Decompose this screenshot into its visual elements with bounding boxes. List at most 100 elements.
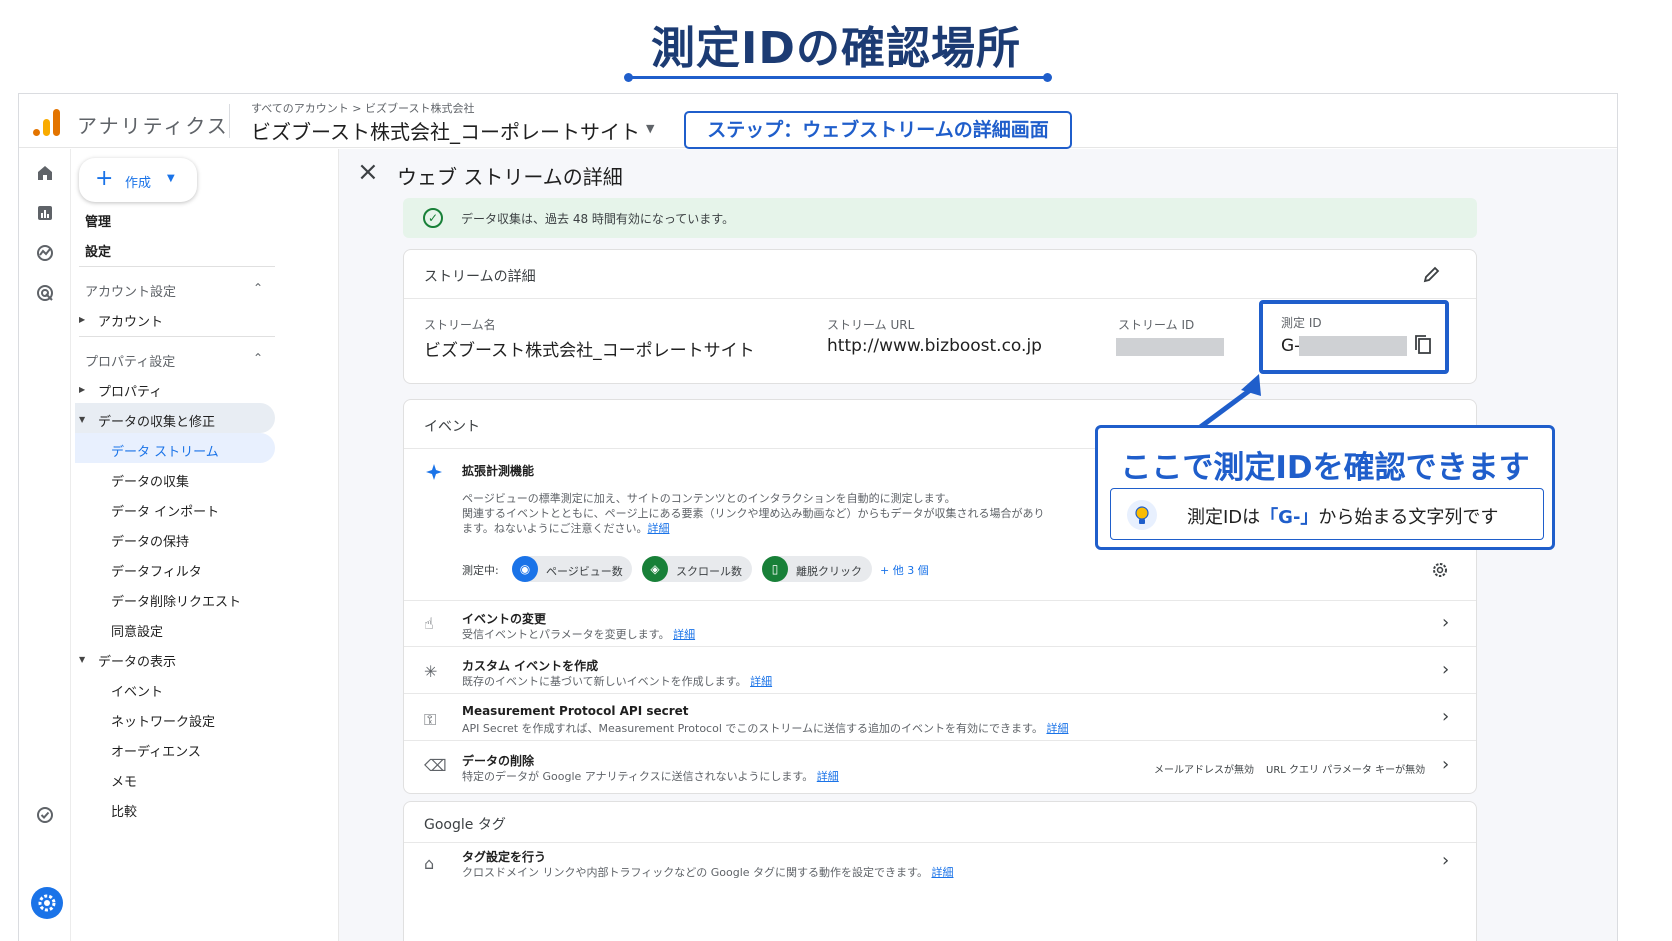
chevron-right-icon[interactable]: ›	[1442, 612, 1449, 633]
nav-data-deletion[interactable]: データ削除リクエスト	[111, 591, 241, 610]
nav-data-import[interactable]: データ インポート	[111, 501, 219, 520]
details-link[interactable]: 詳細	[673, 628, 695, 641]
analytics-logo-icon[interactable]	[33, 108, 61, 136]
section-title: ストリームの詳細	[424, 269, 536, 285]
divider	[404, 646, 1476, 647]
page-title: 測定IDの確認場所	[651, 23, 1021, 74]
divider	[79, 336, 275, 337]
collapse-arrow-icon[interactable]: ▼	[79, 655, 85, 664]
expand-arrow-icon[interactable]: ▶	[79, 315, 85, 324]
status-tag: メールアドレスが無効	[1154, 765, 1254, 776]
nav-audiences[interactable]: オーディエンス	[111, 741, 201, 760]
chevron-right-icon[interactable]: ›	[1442, 754, 1449, 775]
status-tag: URL クエリ パラメータ キーが無効	[1266, 765, 1426, 776]
chip-scrolls[interactable]: ◈ スクロール数	[642, 556, 752, 582]
create-button[interactable]: + 作成 ▼	[79, 158, 197, 202]
step-label: ステップ：ウェブストリームの詳細画面	[684, 111, 1072, 149]
stream-name-label: ストリーム名	[424, 318, 496, 332]
nav-compare[interactable]: 比較	[111, 801, 137, 820]
mouse-icon: ▯	[762, 556, 788, 582]
more-link[interactable]: + 他 3 個	[880, 562, 929, 578]
status-banner: ✓ データ収集は、過去 48 時間有効になっています。	[403, 198, 1477, 238]
nav-admin[interactable]: 管理	[85, 211, 111, 230]
divider	[229, 104, 230, 138]
caret-down-icon[interactable]: ▼	[646, 122, 654, 135]
chevron-up-icon[interactable]: ⌃	[253, 281, 263, 295]
nav-network[interactable]: ネットワーク設定	[111, 711, 215, 730]
measurement-id-highlight: 測定 ID G-	[1259, 300, 1449, 374]
top-bar: アナリティクス すべてのアカウント > ビズブースト株式会社 ビズブースト株式会…	[19, 94, 1617, 149]
stream-id-label: ストリーム ID	[1118, 318, 1195, 332]
nav-account[interactable]: アカウント	[98, 311, 163, 330]
chevron-up-icon[interactable]: ⌃	[253, 351, 263, 365]
nav-notes[interactable]: メモ	[111, 771, 137, 790]
stream-url-value: http://www.bizboost.co.jp	[827, 336, 1042, 356]
check-circle-icon: ✓	[423, 208, 443, 228]
edit-pencil-icon[interactable]	[1422, 264, 1442, 284]
chip-outbound-clicks[interactable]: ▯ 離脱クリック	[762, 556, 872, 582]
title-underline	[624, 73, 1052, 82]
property-selector[interactable]: ビズブースト株式会社_コーポレートサイト	[251, 116, 640, 145]
chip-pageviews[interactable]: ◉ ページビュー数	[512, 556, 632, 582]
nav-property-settings[interactable]: プロパティ設定	[85, 351, 175, 370]
row-title[interactable]: カスタム イベントを作成	[462, 657, 598, 674]
plus-icon: +	[95, 166, 114, 191]
enhanced-desc: 関連するイベントとともに、ページ上にある要素（リンクや埋め込み動画など）からもデ…	[462, 507, 1045, 520]
nav-settings[interactable]: 設定	[85, 241, 111, 260]
close-icon[interactable]: ×	[357, 157, 379, 187]
advertising-icon[interactable]	[35, 283, 55, 303]
copy-icon[interactable]	[1413, 334, 1433, 356]
measurement-id-redacted	[1299, 336, 1407, 356]
check-circle-icon[interactable]	[35, 805, 55, 825]
nav-data-streams[interactable]: データ ストリーム	[111, 441, 219, 460]
reports-icon[interactable]	[35, 203, 55, 223]
sparkle-icon	[426, 464, 442, 480]
settings-gear-icon[interactable]	[1430, 560, 1450, 580]
details-link[interactable]: 詳細	[931, 866, 953, 879]
google-tag-card: Google タグ ⌂ タグ設定を行う クロスドメイン リンクや内部トラフィック…	[403, 801, 1477, 941]
scroll-icon: ◈	[642, 556, 668, 582]
nav-data-retention[interactable]: データの保持	[111, 531, 189, 550]
divider	[404, 693, 1476, 694]
section-title: Google タグ	[424, 817, 506, 833]
details-link[interactable]: 詳細	[817, 770, 839, 783]
click-icon: ✳	[424, 662, 438, 681]
pointer-arrow	[1197, 374, 1261, 431]
lightbulb-icon	[1127, 500, 1157, 530]
stream-name-value: ビズブースト株式会社_コーポレートサイト	[424, 341, 755, 361]
expand-arrow-icon[interactable]: ▶	[79, 385, 85, 394]
eraser-icon: ⌫	[424, 756, 447, 775]
chevron-right-icon[interactable]: ›	[1442, 659, 1449, 680]
admin-gear-icon[interactable]	[31, 887, 63, 919]
breadcrumb[interactable]: すべてのアカウント > ビズブースト株式会社	[251, 100, 474, 116]
chevron-right-icon[interactable]: ›	[1442, 706, 1449, 727]
nav-property[interactable]: プロパティ	[98, 381, 162, 400]
measurement-id-value[interactable]: G-	[1281, 336, 1300, 356]
details-link[interactable]: 詳細	[647, 522, 669, 535]
callout-note: 測定IDは「G-」から始まる文字列です	[1110, 488, 1544, 540]
measurement-id-label: 測定 ID	[1281, 316, 1322, 330]
eye-icon: ◉	[512, 556, 538, 582]
tag-icon: ⌂	[424, 854, 435, 873]
nav-events[interactable]: イベント	[111, 681, 163, 700]
divider	[404, 600, 1476, 601]
row-title[interactable]: データの削除	[462, 752, 534, 769]
row-title[interactable]: イベントの変更	[462, 610, 546, 627]
row-title[interactable]: タグ設定を行う	[462, 848, 546, 865]
caret-down-icon: ▼	[167, 173, 175, 184]
nav-data-collection[interactable]: データの収集	[111, 471, 189, 490]
enhanced-desc: ページビューの標準測定に加え、サイトのコンテンツとのインタラクションを自動的に測…	[462, 492, 956, 505]
home-icon[interactable]	[35, 163, 55, 183]
admin-nav: + 作成 ▼ 管理 設定 アカウント設定 ⌃ ▶ アカウント プロパティ設定 ⌃…	[71, 149, 339, 941]
row-title[interactable]: Measurement Protocol API secret	[462, 704, 689, 718]
details-link[interactable]: 詳細	[1046, 722, 1068, 735]
explore-icon[interactable]	[35, 243, 55, 263]
nav-data-filters[interactable]: データフィルタ	[111, 561, 202, 580]
collapse-arrow-icon[interactable]: ▼	[79, 415, 85, 424]
nav-account-settings[interactable]: アカウント設定	[85, 281, 176, 300]
chevron-right-icon[interactable]: ›	[1442, 850, 1449, 871]
nav-data-display[interactable]: データの表示	[98, 651, 176, 670]
details-link[interactable]: 詳細	[750, 675, 772, 688]
nav-data-collection-group[interactable]: データの収集と修正	[98, 411, 215, 430]
nav-consent[interactable]: 同意設定	[111, 621, 163, 640]
